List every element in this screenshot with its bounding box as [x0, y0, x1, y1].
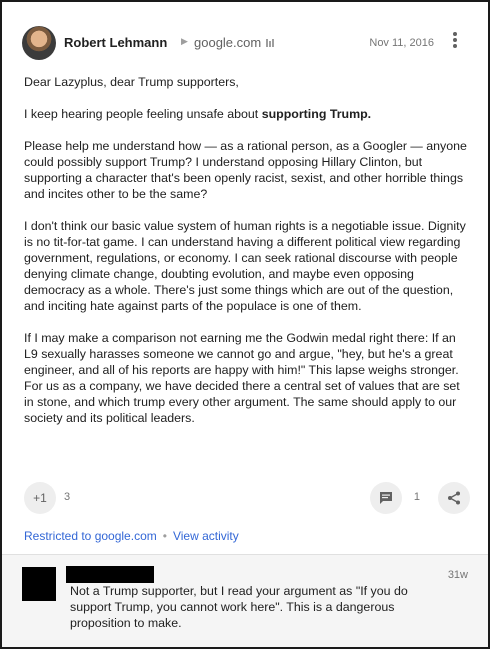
comment-count: 1	[413, 491, 420, 503]
plusone-count: 3	[64, 491, 71, 503]
restricted-link[interactable]: Restricted to google.com	[24, 529, 157, 543]
post-paragraph-2: Please help me understand how — as a rat…	[24, 139, 467, 201]
meta-separator: •	[162, 529, 167, 543]
comment-section: 31w Not a Trump supporter, but I read yo…	[2, 555, 488, 647]
commenter-avatar-redacted[interactable]	[22, 567, 56, 601]
post-meta: Restricted to google.com • View activity	[24, 529, 239, 543]
commenter-name-redacted[interactable]	[66, 566, 154, 583]
post-greeting: Dear Lazyplus, dear Trump supporters,	[24, 75, 239, 89]
author-name[interactable]: Robert Lehmann	[64, 35, 167, 50]
share-button[interactable]	[438, 482, 470, 514]
post-intro: I keep hearing people feeling unsafe abo…	[24, 106, 472, 122]
community-link[interactable]: google.com	[194, 35, 261, 50]
comment-time[interactable]: 31w	[448, 569, 468, 581]
post-header: Robert Lehmann ▶ google.com Nov 11, 2016	[22, 24, 468, 64]
post-intro-bold: supporting Trump.	[261, 107, 372, 121]
post-paragraph-4: If I may make a comparison not earning m…	[24, 331, 460, 425]
post-paragraph-3: I don't think our basic value system of …	[24, 219, 466, 313]
post-date[interactable]: Nov 11, 2016	[369, 37, 434, 49]
comment-button[interactable]	[370, 482, 402, 514]
post-card: Robert Lehmann ▶ google.com Nov 11, 2016…	[0, 0, 490, 649]
view-activity-link[interactable]: View activity	[173, 529, 239, 543]
post-body: Dear Lazyplus, dear Trump supporters, I …	[24, 74, 472, 442]
breadcrumb-arrow-icon: ▶	[181, 36, 188, 46]
more-options-icon[interactable]	[452, 32, 458, 50]
author-avatar[interactable]	[22, 26, 56, 60]
comment-icon	[380, 492, 392, 504]
post-intro-text: I keep hearing people feeling unsafe abo…	[24, 107, 262, 121]
community-icon	[266, 39, 276, 47]
plusone-button[interactable]: +1	[24, 482, 56, 514]
post-actions: +1 3 1	[24, 482, 470, 514]
comment-text: Not a Trump supporter, but I read your a…	[70, 584, 408, 630]
share-icon	[448, 491, 460, 505]
